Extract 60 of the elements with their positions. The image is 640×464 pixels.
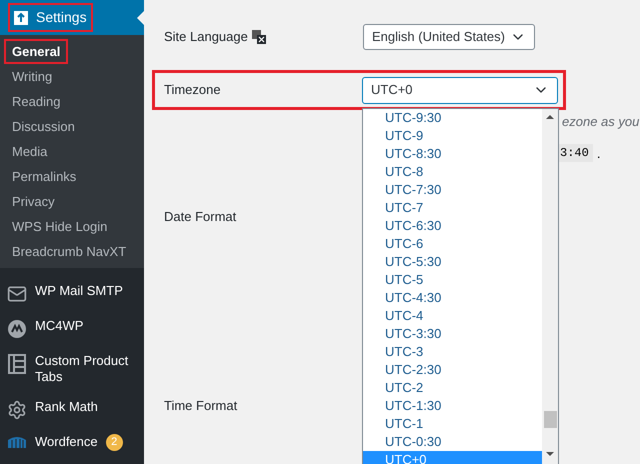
menu-label: MC4WP (35, 318, 84, 334)
layout-icon (8, 354, 26, 374)
sidebar-menu-item[interactable]: Rank Math (0, 392, 144, 427)
upload-icon (14, 10, 28, 24)
field-label: Date Format (164, 208, 236, 226)
sidebar-menu-item[interactable]: Custom Product Tabs (0, 346, 144, 392)
submenu-item[interactable]: Reading (4, 92, 68, 112)
dropdown-option[interactable]: UTC-1:30 (363, 397, 542, 415)
submenu-item[interactable]: Media (4, 142, 56, 162)
dropdown-option[interactable]: UTC-2:30 (363, 361, 542, 379)
field-label: Timezone (163, 81, 222, 100)
dropdown-option[interactable]: UTC-6:30 (363, 217, 542, 235)
scroll-down-icon (546, 452, 554, 456)
sidebar-menu-item[interactable]: WP Mail SMTP (0, 276, 144, 311)
hint-text: ezone as you (562, 113, 640, 131)
dropdown-option[interactable]: UTC-3:30 (363, 325, 542, 343)
scrollbar-thumb (544, 411, 556, 428)
dropdown-option[interactable]: UTC-4 (363, 307, 542, 325)
mail-icon (7, 284, 27, 304)
submenu-item[interactable]: General (4, 38, 68, 64)
submenu-item[interactable]: Writing (4, 66, 60, 86)
menu-label: Rank Math (35, 399, 98, 415)
dropdown-option[interactable]: UTC-5:30 (363, 253, 542, 271)
circle-logo-icon (7, 319, 27, 339)
dropdown-option[interactable]: UTC-8:30 (363, 145, 542, 163)
notification-count: 2 (106, 434, 123, 451)
time-value: 3:40 (556, 144, 593, 162)
submenu-item[interactable]: Permalinks (4, 166, 84, 186)
menu-label: Wordfence (35, 434, 98, 450)
dropdown-option[interactable]: UTC-7:30 (363, 181, 542, 199)
dropdown-option[interactable]: UTC-0:30 (363, 433, 542, 451)
submenu-item[interactable]: WPS Hide Login (4, 216, 116, 236)
dropdown-option[interactable]: UTC-2 (363, 379, 542, 397)
time-period: . (596, 144, 600, 162)
gear-icon (7, 400, 27, 420)
submenu-item[interactable]: Privacy (4, 192, 63, 212)
menu-label: WP Mail SMTP (35, 283, 123, 299)
scroll-up-icon (546, 115, 554, 119)
dropdown-option[interactable]: UTC-3 (363, 343, 542, 361)
menu-label: Custom Product Tabs (35, 353, 130, 385)
dropdown-option[interactable]: UTC-4:30 (363, 289, 542, 307)
dropdown-option[interactable]: UTC-6 (363, 235, 542, 253)
dropdown-option[interactable]: UTC-5 (363, 271, 542, 289)
dropdown-option[interactable]: UTC-9:30 (363, 109, 542, 127)
pointer-icon (137, 11, 144, 25)
language-select[interactable]: English (United States) (363, 24, 535, 50)
sidebar-menu-item[interactable]: MC4WP (0, 311, 144, 346)
sidebar-menu-item[interactable]: Wordfence 2 (0, 427, 144, 458)
building-icon (7, 435, 27, 449)
dropdown-option[interactable]: UTC-7 (363, 199, 542, 217)
submenu-item[interactable]: Discussion (4, 116, 83, 136)
timezone-select[interactable]: UTC+0 (362, 76, 558, 104)
submenu-item[interactable]: Breadcrumb NavXT (4, 242, 134, 262)
dropdown-option[interactable]: UTC-8 (363, 163, 542, 181)
field-label: Time Format (164, 396, 238, 414)
settings-menu-item[interactable]: Settings (0, 0, 144, 35)
dropdown-option[interactable]: UTC-9 (363, 127, 542, 145)
dropdown-option[interactable]: UTC-1 (363, 415, 542, 433)
field-label: Site Language (164, 28, 248, 46)
menu-label: Settings (36, 8, 87, 27)
